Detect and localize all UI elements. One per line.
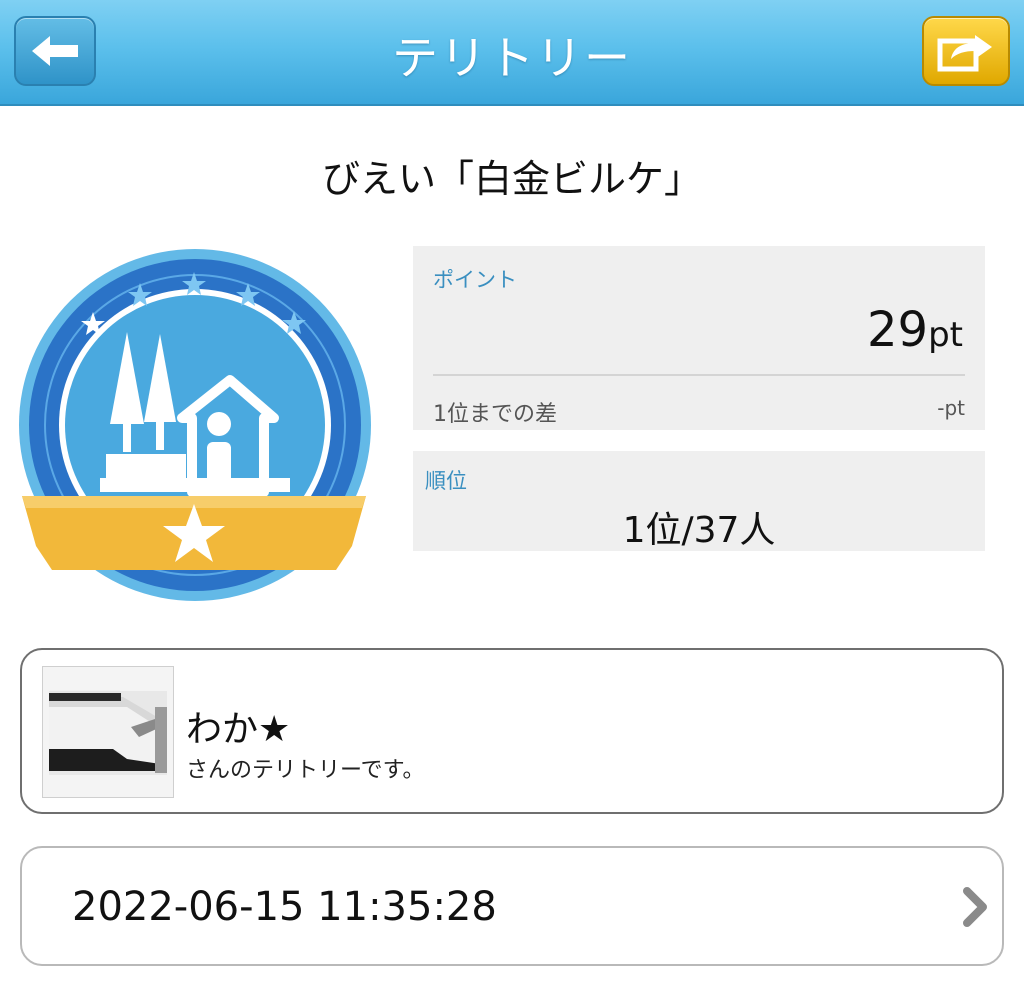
share-button[interactable] [922, 16, 1010, 86]
avatar-car-image [43, 667, 173, 797]
owner-name: わか★ [186, 709, 291, 750]
points-value: 29pt [867, 302, 963, 358]
owner-subtitle: さんのテリトリーです。 [186, 758, 425, 783]
points-label: ポイント [433, 268, 517, 292]
rank-value: 1位/37人 [622, 510, 776, 551]
rank-panel: 順位 1位/37人 [413, 451, 985, 551]
chevron-right-icon [963, 887, 987, 927]
visit-datetime: 2022-06-15 11:35:28 [72, 884, 497, 930]
rank-label: 順位 [425, 469, 467, 493]
app-header: テリトリー [0, 0, 1024, 106]
page-title: テリトリー [392, 31, 632, 85]
points-unit: pt [928, 315, 963, 355]
points-number: 29 [867, 302, 929, 358]
territory-name: びえい「白金ビルケ」 [321, 157, 702, 201]
gap-to-first-label: 1位までの差 [433, 402, 557, 427]
gap-to-first-value: -pt [937, 396, 965, 420]
points-panel: ポイント 29pt 1位までの差 -pt [413, 246, 985, 430]
visit-datetime-row[interactable]: 2022-06-15 11:35:28 [20, 846, 1004, 966]
share-icon [937, 35, 992, 72]
territory-badge-icon [19, 249, 371, 601]
avatar [42, 666, 174, 798]
divider [433, 374, 965, 376]
owner-card[interactable]: わか★ さんのテリトリーです。 [20, 648, 1004, 814]
